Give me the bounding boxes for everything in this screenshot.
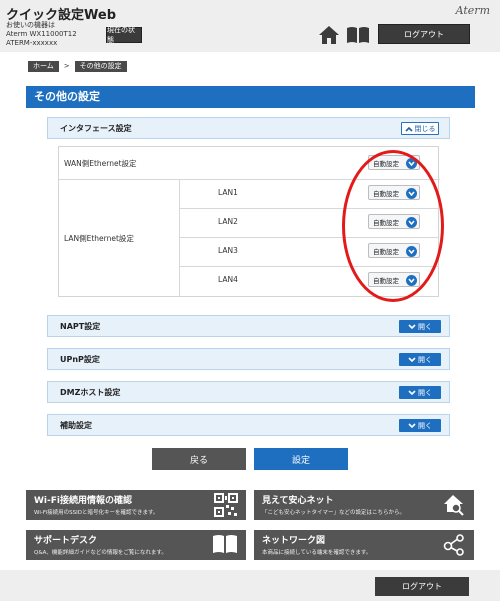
expand-button-label: 開く	[418, 355, 432, 364]
collapse-button-label: 閉じる	[414, 124, 436, 133]
back-button[interactable]: 戻る	[152, 448, 246, 470]
expand-button[interactable]: 開く	[399, 320, 441, 333]
apply-settings-button[interactable]: 設定	[254, 448, 348, 470]
device-model-text: Aterm WX11000T12	[6, 30, 77, 38]
napt-settings-header[interactable]: NAPT設定 開く	[47, 315, 450, 337]
device-name-text: ATERM-xxxxxx	[6, 39, 58, 47]
expand-button-label: 開く	[418, 421, 432, 430]
wifi-info-subtitle: Wi-Fi接続用のSSIDと暗号化キーを確認できます。	[34, 510, 159, 516]
expand-button-label: 開く	[418, 388, 432, 397]
qr-code-icon	[214, 493, 238, 521]
current-status-button[interactable]: 現在の状態	[106, 26, 142, 44]
expand-button-label: 開く	[418, 322, 432, 331]
breadcrumb-current: その他の設定	[74, 60, 127, 72]
lan4-label: LAN4	[218, 275, 238, 284]
device-intro-text: お使いの機器は	[6, 21, 55, 29]
brand-logo: Aterm	[455, 4, 490, 17]
napt-settings-title: NAPT設定	[60, 322, 101, 331]
chevron-down-icon	[408, 356, 416, 362]
expand-button[interactable]: 開く	[399, 353, 441, 366]
breadcrumb: ホーム > その他の設定	[28, 60, 127, 72]
safe-net-title: 見えて安心ネット	[262, 496, 334, 506]
safe-net-tile[interactable]: 見えて安心ネット 「こども安心ネットタイマー」などの設定はこちらから。	[254, 490, 474, 520]
logout-button-top[interactable]: ログアウト	[378, 24, 470, 44]
home-icon[interactable]	[318, 25, 340, 49]
upnp-settings-title: UPnP設定	[60, 355, 100, 364]
highlight-annotation-oval	[342, 150, 444, 302]
network-icon	[442, 533, 466, 561]
lan2-label: LAN2	[218, 217, 238, 226]
open-book-icon	[212, 533, 238, 559]
interface-settings-header[interactable]: インタフェース設定 閉じる	[47, 117, 450, 139]
auxiliary-settings-title: 補助設定	[60, 421, 92, 430]
lan3-label: LAN3	[218, 246, 238, 255]
network-map-title: ネットワーク図	[262, 536, 326, 546]
dmz-host-settings-title: DMZホスト設定	[60, 388, 121, 397]
dmz-host-settings-header[interactable]: DMZホスト設定 開く	[47, 381, 450, 403]
wifi-info-title: Wi-Fi接続用情報の確認	[34, 496, 132, 506]
lan1-label: LAN1	[218, 188, 238, 197]
logout-button-bottom[interactable]: ログアウト	[375, 577, 469, 596]
wan-ethernet-label: WAN側Ethernet設定	[64, 159, 137, 168]
network-map-subtitle: 本商品に接続している端末を確認できます。	[262, 550, 372, 556]
chevron-down-icon	[408, 389, 416, 395]
network-map-tile[interactable]: ネットワーク図 本商品に接続している端末を確認できます。	[254, 530, 474, 560]
chevron-down-icon	[408, 323, 416, 329]
upnp-settings-header[interactable]: UPnP設定 開く	[47, 348, 450, 370]
interface-settings-title: インタフェース設定	[60, 124, 132, 133]
support-desk-title: サポートデスク	[34, 536, 98, 546]
wifi-info-tile[interactable]: Wi-Fi接続用情報の確認 Wi-Fi接続用のSSIDと暗号化キーを確認できます…	[26, 490, 246, 520]
safe-net-subtitle: 「こども安心ネットタイマー」などの設定はこちらから。	[262, 510, 406, 516]
home-search-icon	[442, 493, 466, 521]
manual-book-icon[interactable]	[346, 26, 370, 48]
expand-button[interactable]: 開く	[399, 386, 441, 399]
collapse-button[interactable]: 閉じる	[401, 122, 439, 135]
support-desk-subtitle: Q&A、機能詳細ガイドなどの情報をご覧になれます。	[34, 550, 167, 556]
support-desk-tile[interactable]: サポートデスク Q&A、機能詳細ガイドなどの情報をご覧になれます。	[26, 530, 246, 560]
chevron-down-icon	[408, 422, 416, 428]
chevron-up-icon	[404, 126, 413, 132]
lan-ethernet-label: LAN側Ethernet設定	[64, 234, 134, 243]
header-bar: クイック設定Web お使いの機器は Aterm WX11000T12 ATERM…	[0, 0, 500, 52]
expand-button[interactable]: 開く	[399, 419, 441, 432]
breadcrumb-separator: >	[63, 62, 70, 70]
page-title: その他の設定	[26, 86, 475, 108]
breadcrumb-home[interactable]: ホーム	[28, 60, 59, 72]
auxiliary-settings-header[interactable]: 補助設定 開く	[47, 414, 450, 436]
